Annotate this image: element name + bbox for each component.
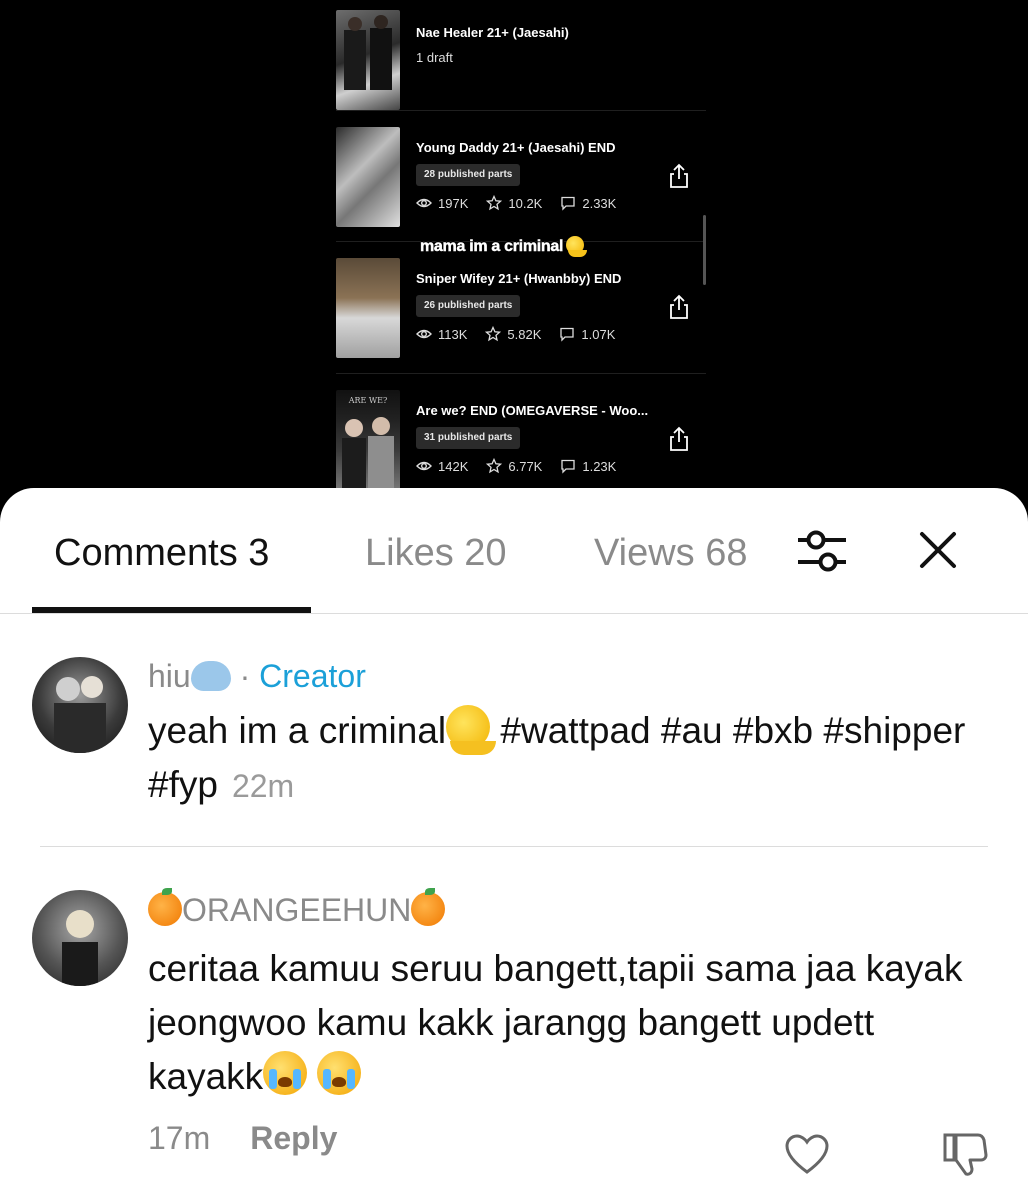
- eye-icon: [416, 198, 432, 208]
- comment-header: ORANGEEHUN: [148, 888, 446, 929]
- scrollbar[interactable]: [703, 215, 706, 285]
- views-count: 197K: [438, 195, 469, 211]
- dislike-icon[interactable]: [942, 1131, 988, 1177]
- avatar[interactable]: [32, 890, 128, 986]
- story-cover: [336, 10, 400, 110]
- heart-icon[interactable]: [784, 1133, 830, 1175]
- loudly-crying-face-icon: [317, 1051, 362, 1095]
- eye-icon: [416, 461, 432, 471]
- published-parts-badge: 31 published parts: [416, 427, 521, 449]
- comment-icon: [561, 196, 576, 211]
- star-icon: [486, 195, 503, 211]
- divider: [40, 846, 988, 847]
- story-item[interactable]: Sniper Wifey 21+ (Hwanbby) END 26 publis…: [336, 258, 706, 358]
- comment-author[interactable]: hiu: [148, 658, 191, 694]
- cover-title: ARE WE?: [348, 396, 388, 405]
- comment-item: ORANGEEHUN ceritaa kamuu seruu bangett,t…: [0, 888, 1028, 1188]
- story-title: Sniper Wifey 21+ (Hwanbby) END: [416, 271, 622, 286]
- comment-meta: 17m Reply: [148, 1120, 337, 1157]
- story-title: Nae Healer 21+ (Jaesahi): [416, 25, 569, 40]
- comment-item: hiu · Creator yeah im a criminal #wattpa…: [0, 654, 1028, 854]
- story-stats: 142K 6.77K 1.23K: [416, 458, 616, 474]
- comment-icon: [561, 459, 576, 474]
- story-item[interactable]: Nae Healer 21+ (Jaesahi) 1 draft: [336, 10, 706, 110]
- tab-comments[interactable]: Comments 3: [54, 532, 269, 575]
- comment-text: yeah im a criminal #wattpad #au #bxb #sh…: [148, 704, 988, 813]
- tab-likes[interactable]: Likes 20: [365, 532, 507, 575]
- story-stats: 113K 5.82K 1.07K: [416, 326, 615, 342]
- active-tab-indicator: [32, 607, 311, 613]
- story-cover: ARE WE?: [336, 390, 400, 490]
- published-parts-badge: 26 published parts: [416, 295, 521, 317]
- comment-timestamp: 22m: [231, 768, 295, 804]
- reply-button[interactable]: Reply: [250, 1120, 337, 1157]
- screen: Nae Healer 21+ (Jaesahi) 1 draft Young D…: [0, 0, 1028, 1200]
- comments-count: 1.07K: [581, 326, 616, 342]
- story-item[interactable]: Young Daddy 21+ (Jaesahi) END 28 publish…: [336, 127, 706, 227]
- comment-timestamp: 17m: [148, 1120, 211, 1156]
- comments-count: 1.23K: [582, 458, 617, 474]
- overlay-caption-text: mama im a criminal: [420, 238, 564, 255]
- star-icon: [486, 458, 503, 474]
- divider: [336, 373, 706, 374]
- orange-icon: [411, 888, 446, 926]
- votes-count: 6.77K: [508, 458, 543, 474]
- views-count: 113K: [438, 326, 468, 342]
- comment-text-part: yeah im a criminal: [148, 710, 447, 751]
- melting-face-icon: [446, 705, 497, 755]
- comment-icon: [560, 327, 575, 342]
- share-icon[interactable]: [668, 163, 690, 189]
- sheet-tabs: Comments 3 Likes 20 Views 68: [0, 488, 1028, 614]
- story-draft-count: 1 draft: [416, 50, 453, 65]
- melting-face-icon: [566, 236, 588, 257]
- avatar[interactable]: [32, 657, 128, 753]
- share-icon[interactable]: [668, 426, 690, 452]
- close-icon[interactable]: [918, 530, 958, 570]
- divider: [336, 110, 706, 111]
- tab-views[interactable]: Views 68: [594, 532, 748, 575]
- votes-count: 10.2K: [508, 195, 543, 211]
- published-parts-badge: 28 published parts: [416, 164, 521, 186]
- whale-icon: [190, 661, 231, 691]
- story-item[interactable]: ARE WE? Are we? END (OMEGAVERSE - Woo...…: [336, 390, 706, 490]
- star-icon: [485, 326, 502, 342]
- comments-sheet: Comments 3 Likes 20 Views 68 hiu · Creat…: [0, 488, 1028, 1200]
- video-caption-overlay: mama im a criminal: [420, 236, 588, 257]
- creator-badge: Creator: [259, 658, 366, 694]
- separator-dot: ·: [239, 658, 251, 694]
- orange-icon: [148, 888, 182, 926]
- story-cover: [336, 127, 400, 227]
- share-icon[interactable]: [668, 294, 690, 320]
- video-background[interactable]: Nae Healer 21+ (Jaesahi) 1 draft Young D…: [0, 0, 1028, 500]
- filter-icon[interactable]: [796, 528, 848, 574]
- story-title: Young Daddy 21+ (Jaesahi) END: [416, 140, 616, 155]
- views-count: 142K: [438, 458, 469, 474]
- story-title: Are we? END (OMEGAVERSE - Woo...: [416, 403, 649, 418]
- eye-icon: [416, 329, 432, 339]
- comment-author[interactable]: ORANGEEHUN: [182, 892, 411, 928]
- story-cover: [336, 258, 400, 358]
- comment-header: hiu · Creator: [148, 658, 366, 695]
- story-stats: 197K 10.2K 2.33K: [416, 195, 616, 211]
- comments-count: 2.33K: [582, 195, 617, 211]
- loudly-crying-face-icon: [263, 1051, 308, 1095]
- votes-count: 5.82K: [507, 326, 542, 342]
- comment-text: ceritaa kamuu seruu bangett,tapii sama j…: [148, 942, 998, 1104]
